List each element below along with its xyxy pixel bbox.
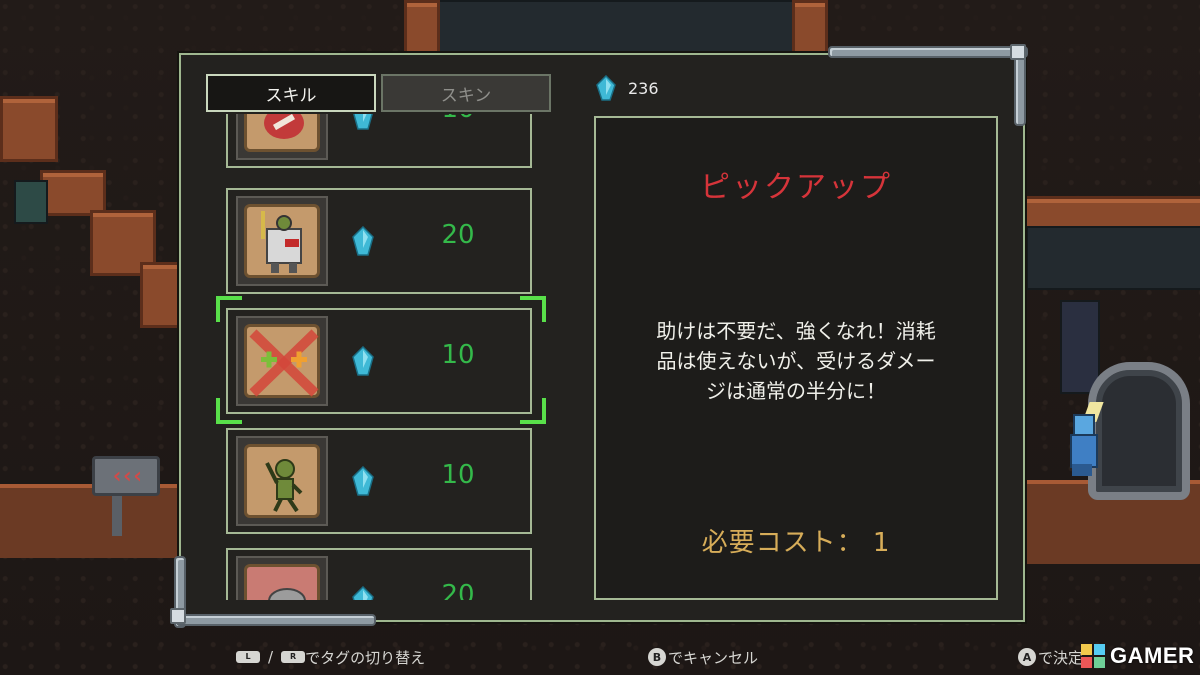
pipe-right [1014,50,1026,126]
left-lamp [14,180,48,224]
right-machinery [1026,226,1200,290]
player-character [1064,402,1104,478]
selection-corner-tr [520,296,546,322]
skill-icon-frame [236,114,328,160]
left-rock-1 [0,96,58,162]
skill-detail-cost: 必要コスト： 1 [701,528,891,558]
skill-cost: 20 [441,580,475,600]
hint-cancel: B でキャンセル [648,646,758,668]
skill-icon-frame [236,436,328,526]
hint-separator: / [268,648,274,666]
ceiling-rock-right [792,0,828,56]
ceiling-rock-left [404,0,440,56]
ceiling-structure [420,0,804,54]
skill-item-robot[interactable]: 20 [226,188,532,294]
hint-cancel-text: でキャンセル [668,648,759,667]
goat-creature-icon [244,564,320,600]
cheering-creature-icon [244,444,320,518]
skill-item-creature[interactable]: 10 [226,428,532,534]
crystal-gem-icon [353,114,373,130]
skill-detail-description: 助けは不要だ、強くなれ！消耗 品は使えないが、受けるダメー ジは通常の半分に！ [656,319,936,403]
selection-corner-br [520,398,546,424]
skill-detail-title: ピックアップ [700,170,892,205]
meat-icon [244,114,320,152]
hint-confirm: A で決定 [1018,646,1083,668]
skill-item-pickup-selected[interactable]: 10 [226,308,532,414]
hint-confirm-text: で決定 [1038,648,1084,667]
selection-corner-tl [216,296,242,322]
sign-post [112,490,122,536]
pipe-top [828,46,1028,58]
a-button-icon: A [1018,648,1036,666]
b-button-icon: B [648,648,666,666]
pipe-bottom [176,614,376,626]
skill-icon-frame [236,196,328,286]
arrow-sign-icon: ‹‹‹ [92,456,160,496]
currency-display: 236 [596,74,659,102]
left-rock-4 [140,262,182,328]
skill-detail-panel: ピックアップ 助けは不要だ、強くなれ！消耗 品は使えないが、受けるダメー ジは通… [594,116,998,600]
watermark-logo: GAMER [1080,641,1196,671]
skill-icon-frame [236,556,328,600]
crystal-gem-icon [352,466,374,496]
gamer-logo-icon [1081,644,1105,668]
skill-cost: 10 [418,114,498,124]
crystal-gem-icon [352,586,374,600]
skill-icon-frame [236,316,328,406]
skill-cost: 10 [441,340,475,370]
crystal-gem-icon [596,75,616,101]
skill-item-meat[interactable]: 10 [226,114,532,168]
selection-corner-bl [216,398,242,424]
pipe-joint-top-right [1010,44,1026,60]
hint-switch-text: でタグの切り替え [305,648,426,667]
l-button-icon: L [236,651,260,663]
tab-skill[interactable]: スキル [206,74,376,112]
crossed-heal-icon [244,324,320,398]
watermark-text: GAMER [1110,643,1195,668]
tab-skin[interactable]: スキン [381,74,551,112]
robot-mech-icon [244,204,320,278]
skill-cost: 10 [441,460,475,490]
pipe-joint-bottom-left [170,608,186,624]
hint-switch-tag: L / R でタグの切り替え [236,646,425,668]
crystal-gem-icon [352,346,374,376]
crystal-gem-icon [352,226,374,256]
currency-amount: 236 [628,78,659,98]
skill-item-goat[interactable]: 20 [226,548,532,600]
r-button-icon: R [281,651,306,663]
skill-list[interactable]: 10 20 [206,114,552,600]
skill-cost: 20 [441,220,475,250]
